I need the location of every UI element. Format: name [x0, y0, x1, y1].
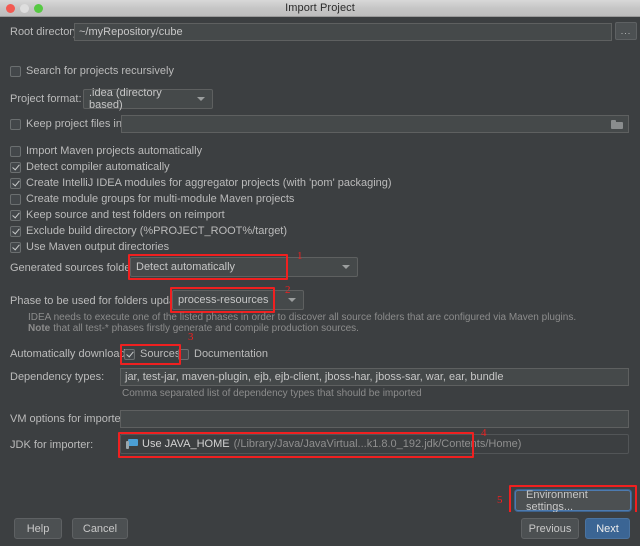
annotation-number-3: 3 [188, 331, 194, 343]
phase-hint-note-bold: Note [28, 323, 51, 334]
auto-download-documentation-checkbox[interactable] [178, 348, 189, 360]
dependency-types-hint: Comma separated list of dependency types… [122, 388, 422, 399]
root-directory-label-wrap: Root directory [10, 26, 78, 38]
close-button[interactable] [6, 4, 15, 13]
folder-icon[interactable] [611, 119, 624, 129]
previous-button[interactable]: Previous [521, 518, 579, 539]
option-row-2[interactable]: Create IntelliJ IDEA modules for aggrega… [10, 177, 392, 189]
phase-label-wrap: Phase to be used for folders update: [10, 295, 187, 307]
root-directory-value: ~/myRepository/cube [79, 26, 183, 38]
option-label-3: Create module groups for multi-module Ma… [26, 193, 295, 205]
exclude-build-directory-checkbox[interactable] [10, 225, 21, 237]
zoom-button[interactable] [34, 4, 43, 13]
search-recursively-label: Search for projects recursively [26, 65, 174, 77]
jdk-path: (/Library/Java/JavaVirtual...k1.8.0_192.… [233, 438, 522, 450]
help-button[interactable]: Help [14, 518, 62, 539]
project-format-value: .idea (directory based) [89, 87, 162, 111]
generated-sources-value: Detect automatically [136, 261, 236, 273]
window-controls [6, 4, 43, 13]
generated-sources-combo[interactable]: Detect automatically [130, 257, 358, 277]
project-format-label-wrap: Project format: [10, 93, 82, 105]
vm-options-label: VM options for importer: [10, 413, 128, 425]
dependency-types-hint-wrap: Comma separated list of dependency types… [122, 388, 422, 399]
keep-source-test-folders-checkbox[interactable] [10, 209, 21, 221]
auto-download-documentation-label: Documentation [194, 348, 268, 360]
option-label-0: Import Maven projects automatically [26, 145, 203, 157]
project-format-label: Project format: [10, 93, 82, 105]
phase-hint-line-1: IDEA needs to execute one of the listed … [28, 312, 576, 323]
jdk-combo[interactable]: Use JAVA_HOME (/Library/Java/JavaVirtual… [120, 434, 629, 454]
auto-download-label-wrap: Automatically download: [10, 348, 129, 360]
use-maven-output-directories-checkbox[interactable] [10, 241, 21, 253]
annotation-number-2: 2 [285, 284, 291, 296]
chevron-down-icon [288, 298, 296, 302]
search-recursively-row[interactable]: Search for projects recursively [10, 65, 174, 77]
auto-download-sources-checkbox[interactable] [124, 348, 135, 360]
generated-sources-label: Generated sources folders: [10, 262, 143, 274]
vm-options-input[interactable] [120, 410, 629, 428]
jdk-monitor-icon [126, 439, 138, 449]
jdk-value: Use JAVA_HOME [142, 438, 230, 450]
annotation-number-4: 4 [481, 427, 487, 439]
import-project-dialog: Root directory ~/myRepository/cube ... S… [0, 17, 640, 546]
option-label-2: Create IntelliJ IDEA modules for aggrega… [26, 177, 392, 189]
keep-project-files-checkbox[interactable] [10, 118, 21, 130]
keep-project-files-row[interactable]: Keep project files in: [10, 118, 125, 130]
dependency-types-value: jar, test-jar, maven-plugin, ejb, ejb-cl… [125, 371, 504, 383]
option-row-3[interactable]: Create module groups for multi-module Ma… [10, 193, 294, 205]
detect-compiler-automatically-checkbox[interactable] [10, 161, 21, 173]
chevron-down-icon [197, 97, 205, 101]
generated-sources-label-wrap: Generated sources folders: [10, 262, 143, 274]
keep-project-files-label: Keep project files in: [26, 118, 126, 130]
option-row-4[interactable]: Keep source and test folders on reimport [10, 209, 225, 221]
option-row-0[interactable]: Import Maven projects automatically [10, 145, 202, 157]
create-aggregator-modules-checkbox[interactable] [10, 177, 21, 189]
jdk-label-wrap: JDK for importer: [10, 439, 93, 451]
auto-download-sources-label: Sources [140, 348, 181, 360]
option-row-1[interactable]: Detect compiler automatically [10, 161, 170, 173]
root-directory-browse-button[interactable]: ... [615, 22, 637, 40]
search-recursively-checkbox[interactable] [10, 65, 21, 77]
dependency-types-label-wrap: Dependency types: [10, 371, 104, 383]
auto-download-sources-row[interactable]: Sources [124, 348, 180, 360]
phase-value: process-resources [178, 294, 269, 306]
dependency-types-label: Dependency types: [10, 371, 105, 383]
option-row-6[interactable]: Use Maven output directories [10, 241, 169, 253]
option-label-6: Use Maven output directories [26, 241, 170, 253]
phase-label: Phase to be used for folders update: [10, 295, 188, 307]
jdk-label: JDK for importer: [10, 439, 94, 451]
root-directory-input[interactable]: ~/myRepository/cube [74, 23, 612, 41]
annotation-number-5: 5 [497, 494, 503, 506]
create-module-groups-checkbox[interactable] [10, 193, 21, 205]
phase-hint-text-1: IDEA needs to execute one of the listed … [28, 312, 577, 323]
project-format-combo[interactable]: .idea (directory based) [83, 87, 213, 111]
window-title: Import Project [285, 2, 355, 14]
auto-download-label: Automatically download: [10, 348, 129, 360]
next-button[interactable]: Next [585, 518, 630, 539]
annotation-number-1: 1 [297, 250, 303, 262]
import-maven-automatically-checkbox[interactable] [10, 145, 21, 157]
option-row-5[interactable]: Exclude build directory (%PROJECT_ROOT%/… [10, 225, 287, 237]
window-titlebar: Import Project [0, 0, 640, 17]
root-directory-label: Root directory [10, 26, 79, 38]
option-label-1: Detect compiler automatically [26, 161, 170, 173]
option-label-5: Exclude build directory (%PROJECT_ROOT%/… [26, 225, 288, 237]
environment-settings-button[interactable]: Environment settings... [515, 489, 631, 513]
phase-hint-text-2: that all test-* phases firstly generate … [53, 323, 359, 334]
minimize-button[interactable] [20, 4, 29, 13]
vm-options-label-wrap: VM options for importer: [10, 413, 127, 425]
option-label-4: Keep source and test folders on reimport [26, 209, 225, 221]
keep-project-files-input[interactable] [121, 115, 629, 133]
auto-download-documentation-row[interactable]: Documentation [178, 348, 268, 360]
dependency-types-input[interactable]: jar, test-jar, maven-plugin, ejb, ejb-cl… [120, 368, 629, 386]
cancel-button[interactable]: Cancel [72, 518, 128, 539]
chevron-down-icon [342, 265, 350, 269]
dialog-button-bar: Help Cancel Previous Next [0, 512, 640, 546]
